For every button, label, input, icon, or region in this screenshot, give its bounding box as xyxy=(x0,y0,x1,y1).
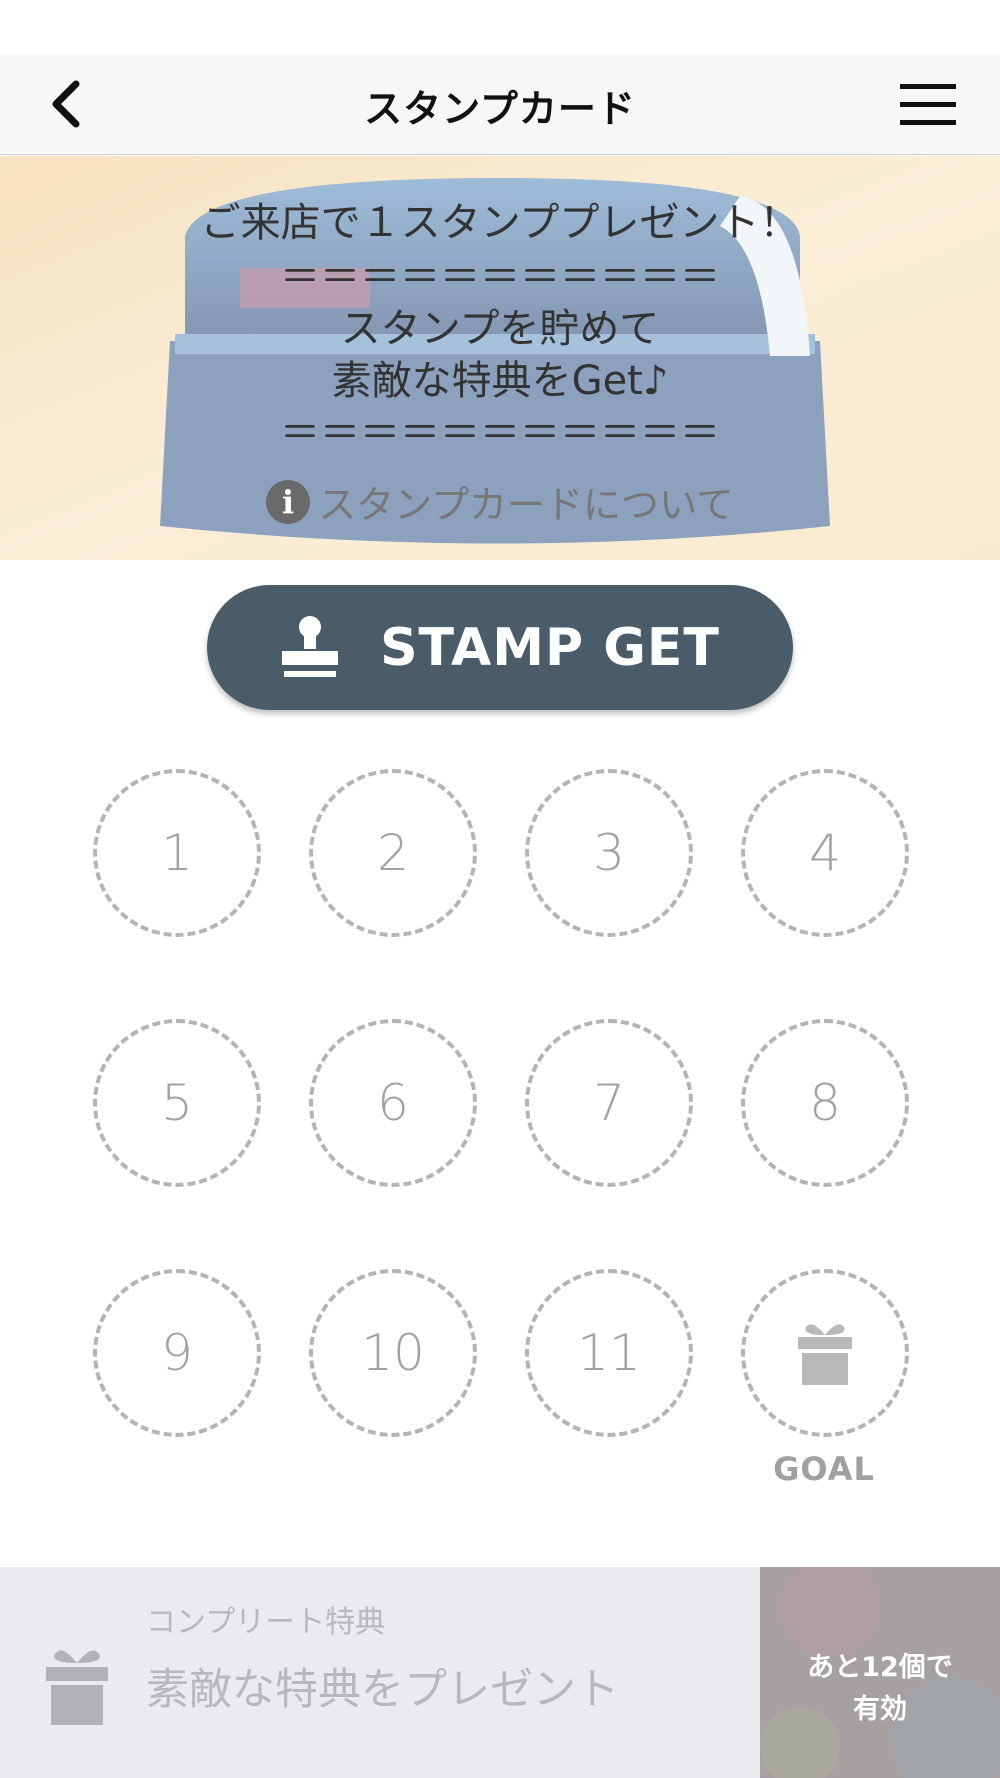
stamp-slot-8: 8 xyxy=(741,1019,909,1187)
stamp-slot-1: 1 xyxy=(93,769,261,937)
remaining-count-text: あと12個で 有効 xyxy=(760,1647,1000,1731)
gift-icon xyxy=(46,1650,108,1725)
stamp-slot-goal xyxy=(741,1269,909,1437)
stamp-slot-10: 10 xyxy=(309,1269,477,1437)
remaining-count-line-1: あと12個で xyxy=(807,1652,953,1683)
stamp-slot-11: 11 xyxy=(525,1269,693,1437)
stamp-slot-4: 4 xyxy=(741,769,909,937)
stamp-slot-3: 3 xyxy=(525,769,693,937)
goal-label: GOAL xyxy=(773,1450,875,1488)
gift-icon xyxy=(798,1324,852,1385)
complete-reward-text: 素敵な特典をプレゼント xyxy=(146,1665,619,1715)
stamp-slot-2: 2 xyxy=(309,769,477,937)
remaining-count-panel: あと12個で 有効 xyxy=(760,1567,1000,1778)
complete-reward-title: コンプリート特典 xyxy=(146,1605,386,1640)
complete-reward-bar[interactable]: コンプリート特典 素敵な特典をプレゼント あと12個で 有効 xyxy=(0,1567,1000,1778)
stamp-grid: 1 2 3 4 5 6 7 8 9 10 11 GOAL xyxy=(0,0,1000,1560)
stamp-slot-5: 5 xyxy=(93,1019,261,1187)
stamp-slot-6: 6 xyxy=(309,1019,477,1187)
stamp-slot-7: 7 xyxy=(525,1019,693,1187)
stamp-slot-9: 9 xyxy=(93,1269,261,1437)
remaining-count-line-2: 有効 xyxy=(853,1694,907,1725)
